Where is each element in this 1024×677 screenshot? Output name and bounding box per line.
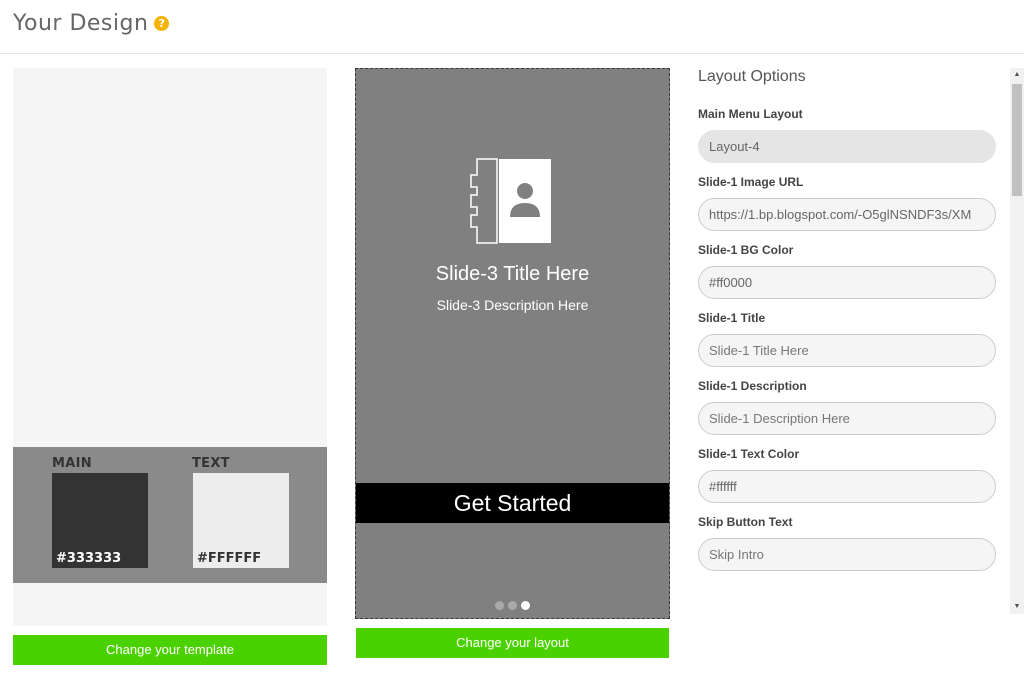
pagination-dot-3-active[interactable] [521, 601, 530, 610]
field-label: Slide-1 Description [698, 379, 807, 393]
field-label: Main Menu Layout [698, 107, 803, 121]
text-color-hex: #FFFFFF [197, 551, 262, 566]
field-label: Slide-1 Text Color [698, 447, 800, 461]
field-slide1-title: Slide-1 Title [698, 311, 998, 367]
slide-pagination-dots [356, 597, 669, 615]
get-started-button[interactable]: Get Started [356, 483, 669, 523]
field-slide1-bg-color: Slide-1 BG Color [698, 243, 998, 299]
main-color-label: MAIN [52, 456, 92, 471]
slide1-description-input[interactable] [698, 402, 996, 435]
scroll-up-arrow-icon[interactable]: ▲ [1010, 68, 1024, 82]
scroll-down-arrow-icon[interactable]: ▼ [1010, 600, 1024, 614]
main-color-swatch: #333333 [52, 473, 148, 568]
page-title-text: Your Design [13, 11, 149, 36]
main-menu-layout-input [698, 130, 996, 163]
slide-title: Slide-3 Title Here [435, 263, 590, 285]
text-color-label: TEXT [192, 456, 230, 471]
layout-preview: Slide-3 Title Here Slide-3 Description H… [355, 68, 670, 619]
slide1-text-color-input[interactable] [698, 470, 996, 503]
slide-description: Slide-3 Description Here [436, 297, 589, 313]
field-slide1-text-color: Slide-1 Text Color [698, 447, 998, 503]
slide1-title-input[interactable] [698, 334, 996, 367]
pagination-dot-1[interactable] [495, 601, 504, 610]
color-swatch-band: MAIN TEXT #333333 #FFFFFF [13, 447, 327, 583]
field-slide1-description: Slide-1 Description [698, 379, 998, 435]
options-scrollbar[interactable]: ▲ ▼ [1010, 68, 1024, 614]
template-preview-panel: MAIN TEXT #333333 #FFFFFF [13, 68, 327, 626]
change-layout-button[interactable]: Change your layout [356, 628, 669, 658]
text-color-swatch: #FFFFFF [193, 473, 289, 568]
field-label: Slide-1 Image URL [698, 175, 804, 189]
pagination-dot-2[interactable] [508, 601, 517, 610]
field-label: Slide-1 BG Color [698, 243, 794, 257]
main-color-hex: #333333 [56, 551, 122, 566]
slide1-image-url-input[interactable] [698, 198, 996, 231]
skip-button-text-input[interactable] [698, 538, 996, 571]
field-label: Skip Button Text [698, 515, 793, 529]
field-slide1-image-url: Slide-1 Image URL [698, 175, 998, 231]
layout-options-panel: Layout Options Main Menu Layout Slide-1 … [698, 66, 998, 614]
contact-book-icon [470, 158, 551, 244]
page-header: Your Design? [0, 0, 1024, 54]
field-main-menu-layout: Main Menu Layout [698, 107, 998, 163]
change-template-button[interactable]: Change your template [13, 635, 327, 665]
slide1-bg-color-input[interactable] [698, 266, 996, 299]
field-skip-button-text: Skip Button Text [698, 515, 998, 571]
help-icon[interactable]: ? [154, 16, 170, 31]
scroll-thumb[interactable] [1012, 84, 1022, 196]
layout-options-title: Layout Options [698, 68, 806, 85]
page-title: Your Design? [13, 11, 170, 36]
field-label: Slide-1 Title [698, 311, 766, 325]
